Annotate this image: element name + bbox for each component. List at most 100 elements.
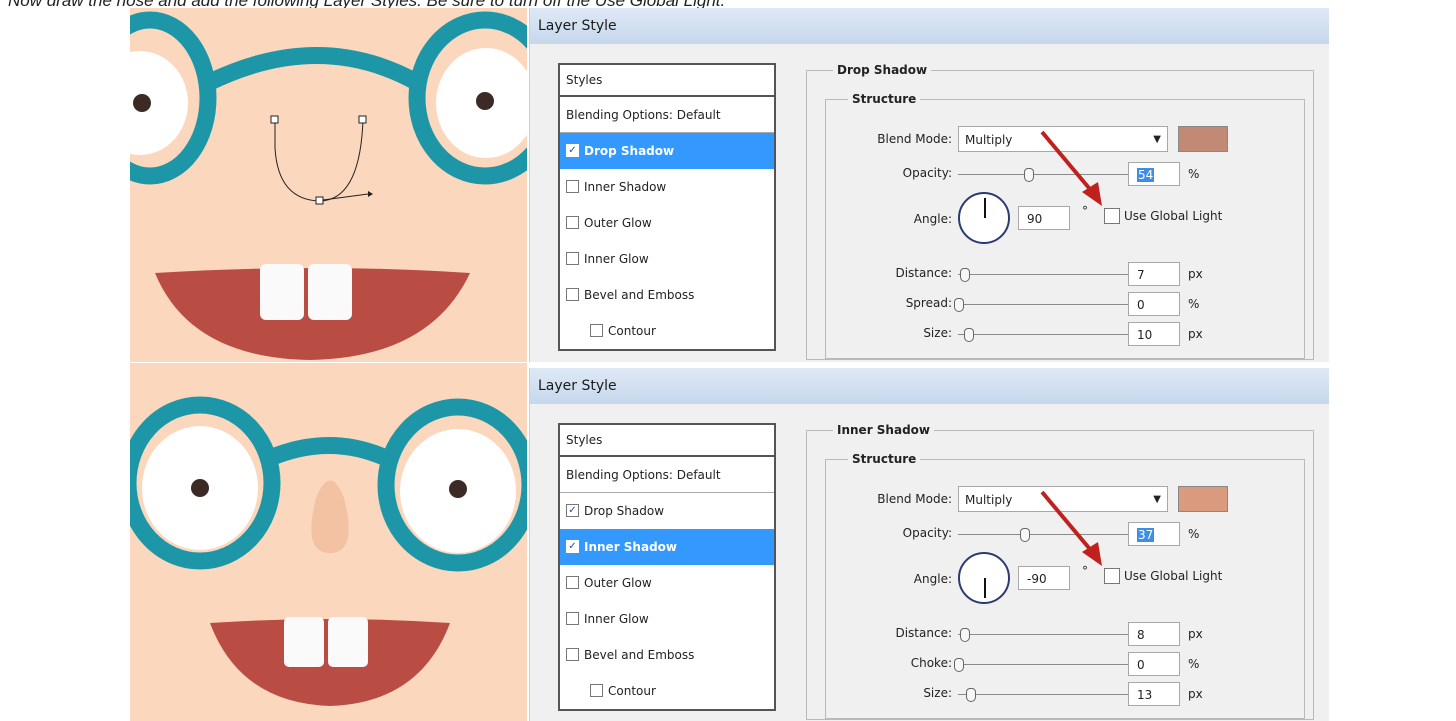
style-item-outer-glow[interactable]: Outer Glow bbox=[560, 565, 774, 601]
style-item-drop-shadow[interactable]: ✓ Drop Shadow bbox=[560, 493, 774, 529]
checkbox-icon[interactable]: ✓ bbox=[566, 504, 579, 517]
checkbox-icon[interactable] bbox=[566, 576, 579, 589]
structure-title: Structure bbox=[848, 92, 921, 106]
style-item-label: Drop Shadow bbox=[584, 504, 665, 518]
style-item-label: Contour bbox=[608, 324, 656, 338]
style-item-label: Outer Glow bbox=[584, 216, 652, 230]
style-item-inner-shadow[interactable]: Inner Shadow bbox=[560, 169, 774, 205]
red-arrow-icon bbox=[1040, 130, 1102, 206]
spread-slider-track[interactable] bbox=[958, 304, 1128, 305]
choke-unit: % bbox=[1188, 657, 1200, 671]
checkbox-icon[interactable] bbox=[566, 648, 579, 661]
style-item-bevel-and-emboss[interactable]: Bevel and Emboss bbox=[560, 277, 774, 313]
spread-input[interactable]: 0 bbox=[1128, 292, 1180, 316]
style-item-drop-shadow[interactable]: ✓ Drop Shadow bbox=[560, 133, 774, 169]
choke-label: Choke: bbox=[910, 656, 952, 670]
checkbox-icon[interactable]: ✓ bbox=[566, 144, 579, 157]
styles-list: Blending Options: Default ✓ Drop Shadow ✓… bbox=[558, 457, 776, 711]
dialog-title: Layer Style bbox=[530, 8, 1329, 44]
opacity-value: 54 bbox=[1137, 168, 1155, 182]
distance-unit: px bbox=[1188, 627, 1203, 641]
face-illustration-top bbox=[130, 8, 527, 362]
use-global-light-label: Use Global Light bbox=[1124, 209, 1223, 223]
distance-slider-thumb[interactable] bbox=[960, 268, 970, 282]
size-input[interactable]: 10 bbox=[1128, 322, 1180, 346]
style-item-bevel-and-emboss[interactable]: Bevel and Emboss bbox=[560, 637, 774, 673]
style-item-label: Outer Glow bbox=[584, 576, 652, 590]
spread-label: Spread: bbox=[905, 296, 952, 310]
size-value: 10 bbox=[1137, 328, 1153, 342]
size-label: Size: bbox=[923, 326, 952, 340]
style-item-contour[interactable]: Contour bbox=[560, 313, 774, 349]
angle-dial[interactable] bbox=[958, 552, 1010, 604]
angle-label: Angle: bbox=[913, 212, 952, 226]
opacity-unit: % bbox=[1188, 167, 1200, 181]
style-item-label: Bevel and Emboss bbox=[584, 288, 695, 302]
size-slider-thumb[interactable] bbox=[964, 328, 974, 342]
angle-needle bbox=[984, 578, 986, 598]
character-face-before bbox=[130, 8, 527, 362]
style-item-label: Inner Shadow bbox=[584, 540, 677, 554]
distance-value: 8 bbox=[1137, 628, 1145, 642]
style-item-label: Inner Glow bbox=[584, 612, 649, 626]
spread-slider-thumb[interactable] bbox=[954, 298, 964, 312]
group-title: Drop Shadow bbox=[833, 63, 932, 77]
distance-input[interactable]: 8 bbox=[1128, 622, 1180, 646]
distance-label: Distance: bbox=[895, 626, 952, 640]
opacity-unit: % bbox=[1188, 527, 1200, 541]
checkbox-icon[interactable] bbox=[590, 324, 603, 337]
checkbox-icon[interactable] bbox=[566, 612, 579, 625]
style-item-inner-glow[interactable]: Inner Glow bbox=[560, 601, 774, 637]
size-slider-track[interactable] bbox=[958, 694, 1128, 695]
style-item-label: Drop Shadow bbox=[584, 144, 675, 158]
angle-needle bbox=[984, 198, 986, 218]
size-slider-track[interactable] bbox=[958, 334, 1128, 335]
checkbox-icon[interactable] bbox=[590, 684, 603, 697]
distance-slider-thumb[interactable] bbox=[960, 628, 970, 642]
opacity-value: 37 bbox=[1137, 528, 1155, 542]
choke-input[interactable]: 0 bbox=[1128, 652, 1180, 676]
choke-slider-thumb[interactable] bbox=[954, 658, 964, 672]
size-label: Size: bbox=[923, 686, 952, 700]
style-item-outer-glow[interactable]: Outer Glow bbox=[560, 205, 774, 241]
checkbox-icon[interactable] bbox=[566, 288, 579, 301]
style-item-label: Bevel and Emboss bbox=[584, 648, 695, 662]
opacity-input[interactable]: 37 bbox=[1128, 522, 1180, 546]
distance-slider-track[interactable] bbox=[958, 274, 1128, 275]
size-input[interactable]: 13 bbox=[1128, 682, 1180, 706]
size-slider-thumb[interactable] bbox=[966, 688, 976, 702]
opacity-input[interactable]: 54 bbox=[1128, 162, 1180, 186]
distance-input[interactable]: 7 bbox=[1128, 262, 1180, 286]
distance-slider-track[interactable] bbox=[958, 634, 1128, 635]
distance-label: Distance: bbox=[895, 266, 952, 280]
styles-header[interactable]: Styles bbox=[558, 63, 776, 97]
style-item-contour[interactable]: Contour bbox=[560, 673, 774, 709]
styles-list: Blending Options: Default ✓ Drop Shadow I… bbox=[558, 97, 776, 351]
checkbox-icon[interactable]: ✓ bbox=[566, 540, 579, 553]
distance-unit: px bbox=[1188, 267, 1203, 281]
character-face-after bbox=[130, 363, 527, 721]
style-item-inner-shadow[interactable]: ✓ Inner Shadow bbox=[560, 529, 774, 565]
style-item-label: Inner Glow bbox=[584, 252, 649, 266]
layer-style-dialog-drop-shadow: Layer Style Styles Blending Options: Def… bbox=[529, 8, 1329, 362]
blend-mode-value: Multiply bbox=[965, 133, 1013, 147]
styles-header[interactable]: Styles bbox=[558, 423, 776, 457]
spread-unit: % bbox=[1188, 297, 1200, 311]
size-unit: px bbox=[1188, 687, 1203, 701]
shadow-color-swatch[interactable] bbox=[1178, 126, 1228, 152]
blending-options-item[interactable]: Blending Options: Default bbox=[560, 457, 774, 493]
chevron-down-icon: ▼ bbox=[1153, 134, 1161, 145]
checkbox-icon[interactable] bbox=[566, 252, 579, 265]
distance-value: 7 bbox=[1137, 268, 1145, 282]
style-item-inner-glow[interactable]: Inner Glow bbox=[560, 241, 774, 277]
choke-slider-track[interactable] bbox=[958, 664, 1128, 665]
checkbox-icon[interactable] bbox=[566, 180, 579, 193]
shadow-color-swatch[interactable] bbox=[1178, 486, 1228, 512]
opacity-label: Opacity: bbox=[902, 166, 952, 180]
layer-style-dialog-inner-shadow: Layer Style Styles Blending Options: Def… bbox=[529, 368, 1329, 721]
checkbox-icon[interactable] bbox=[566, 216, 579, 229]
opacity-slider-thumb[interactable] bbox=[1020, 528, 1030, 542]
angle-dial[interactable] bbox=[958, 192, 1010, 244]
blending-options-item[interactable]: Blending Options: Default bbox=[560, 97, 774, 133]
blend-mode-label: Blend Mode: bbox=[877, 492, 952, 506]
